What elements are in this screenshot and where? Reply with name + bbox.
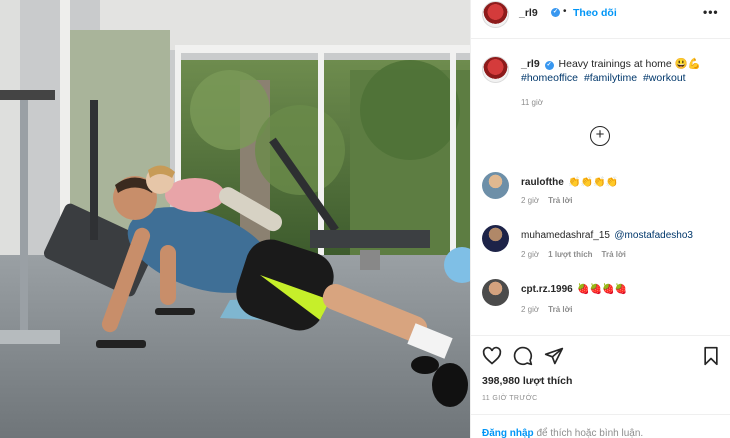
comment-username[interactable]: raulofthe <box>521 177 564 188</box>
comment-text: 🍓🍓🍓🍓 <box>577 284 627 295</box>
header-divider <box>471 38 730 39</box>
caption-username[interactable]: _rl9 <box>521 58 540 70</box>
workout-photo-illustration <box>0 0 470 438</box>
login-suffix: để thích hoặc bình luận. <box>533 428 644 438</box>
verified-badge-icon: ✓ <box>544 61 554 70</box>
header-username[interactable]: _rl9 <box>519 7 538 19</box>
hashtag-link[interactable]: #familytime <box>584 72 637 84</box>
more-options-button[interactable]: ••• <box>703 5 719 19</box>
caption-time[interactable]: 11 giờ <box>521 98 543 107</box>
comment-username[interactable]: cpt.rz.1996 <box>521 284 573 295</box>
bookmark-icon[interactable] <box>701 346 721 366</box>
heart-icon[interactable] <box>482 346 502 366</box>
post-header: _rl9 ✓ • Theo dõi ••• <box>471 0 730 28</box>
comment-username[interactable]: muhamedashraf_15 <box>521 230 610 241</box>
comment: muhamedashraf_15 @mostafadesho3 <box>521 225 693 243</box>
verified-badge-icon: ✓ <box>551 8 560 17</box>
caption: _rl9 ✓ Heavy trainings at home 😃💪 <box>521 57 721 72</box>
follow-button[interactable]: Theo dõi <box>573 7 617 19</box>
comment-meta: 2 giờ Trả lời <box>521 196 573 205</box>
comment-mention[interactable]: @mostafadesho3 <box>614 230 693 241</box>
comment-meta: 2 giờ 1 lượt thích Trả lời <box>521 250 626 259</box>
separator-dot: • <box>563 6 567 17</box>
hashtag-link[interactable]: #workout <box>643 72 686 84</box>
hashtag-link[interactable]: #homeoffice <box>521 72 578 84</box>
actions-divider <box>471 335 730 336</box>
post-sidebar: _rl9 ✓ • Theo dõi ••• _rl9 ✓ Heavy train… <box>470 0 730 438</box>
caption-avatar[interactable] <box>482 56 509 83</box>
avatar[interactable] <box>482 172 509 199</box>
login-prompt: Đăng nhập để thích hoặc bình luận. <box>482 428 643 438</box>
comment-time[interactable]: 2 giờ <box>521 196 539 205</box>
post-photo[interactable] <box>0 0 470 438</box>
comment-meta: 2 giờ Trả lời <box>521 305 573 314</box>
avatar[interactable] <box>482 225 509 252</box>
reply-button[interactable]: Trả lời <box>548 305 572 314</box>
post-timestamp[interactable]: 11 GIỜ TRƯỚC <box>482 395 538 402</box>
likes-count[interactable]: 398,980 lượt thích <box>482 375 572 387</box>
reply-button[interactable]: Trả lời <box>548 196 572 205</box>
plus-circle-icon[interactable]: + <box>590 126 610 146</box>
comment-text: 👏👏👏👏 <box>568 177 619 188</box>
paper-plane-icon[interactable] <box>544 346 564 366</box>
caption-hashtags: #homeoffice #familytime #workout <box>521 72 689 84</box>
comment-icon[interactable] <box>513 346 533 366</box>
avatar[interactable] <box>482 1 509 28</box>
comment-time[interactable]: 2 giờ <box>521 305 539 314</box>
login-link[interactable]: Đăng nhập <box>482 428 534 438</box>
avatar[interactable] <box>482 279 509 306</box>
reply-button[interactable]: Trả lời <box>602 250 626 259</box>
comment-time[interactable]: 2 giờ <box>521 250 539 259</box>
caption-text: Heavy trainings at home 😃💪 <box>558 58 701 70</box>
comment: raulofthe 👏👏👏👏 <box>521 172 618 190</box>
comment-likes[interactable]: 1 lượt thích <box>548 250 592 259</box>
footer-divider <box>471 414 730 415</box>
comment: cpt.rz.1996 🍓🍓🍓🍓 <box>521 279 627 297</box>
